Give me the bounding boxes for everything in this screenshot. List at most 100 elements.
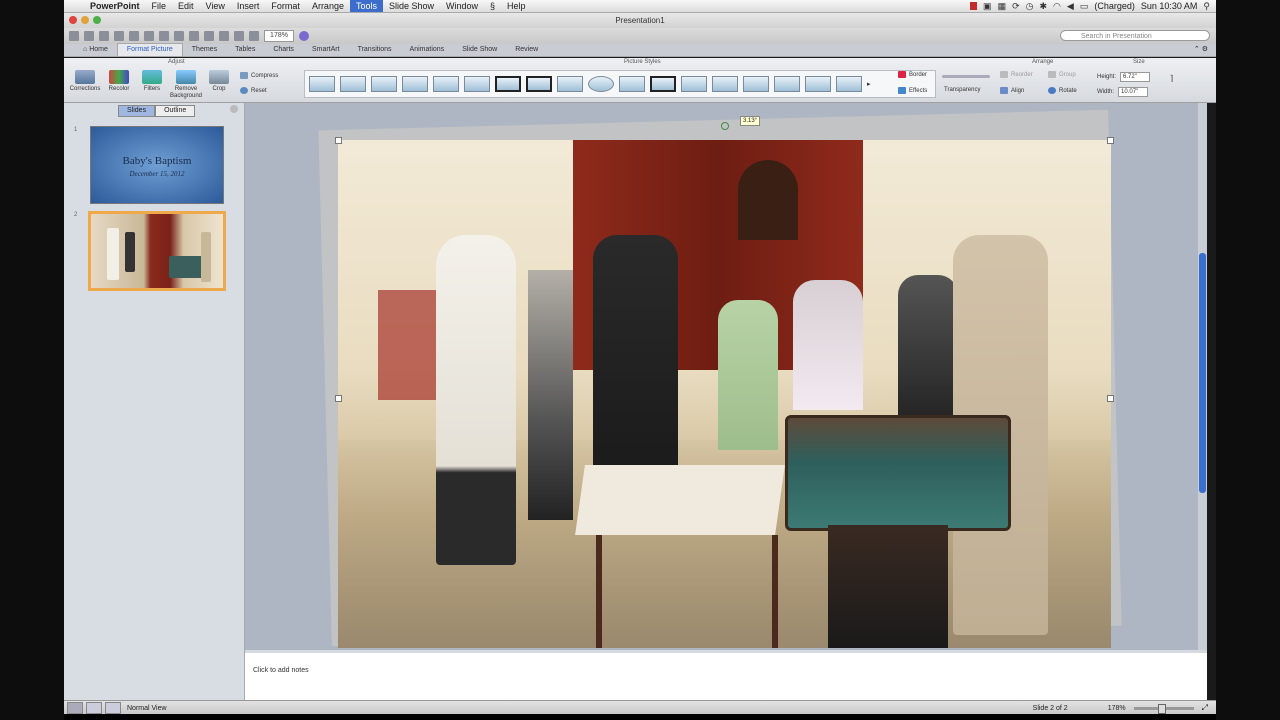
crop-button[interactable]: Crop [206,70,232,93]
scrollbar-thumb[interactable] [1199,253,1206,493]
undo-icon[interactable] [204,31,214,41]
paste-icon[interactable] [174,31,184,41]
picture-style-10[interactable] [588,76,614,92]
help-icon[interactable] [299,31,309,41]
vertical-scrollbar[interactable] [1198,103,1207,650]
close-window-icon[interactable] [69,16,77,24]
zoom-slider-knob[interactable] [1157,703,1166,714]
reorder-button[interactable]: Reorder [1000,71,1033,78]
fit-window-icon[interactable]: ⤢ [1202,703,1208,713]
recolor-button[interactable]: Recolor [104,70,134,93]
menu-app-name[interactable]: PowerPoint [84,0,146,12]
print-icon[interactable] [129,31,139,41]
tab-home[interactable]: ⌂ Home [74,44,117,56]
menu-edit[interactable]: Edit [172,0,200,12]
minimize-window-icon[interactable] [81,16,89,24]
menu-tools[interactable]: Tools [349,0,383,12]
cut-icon[interactable] [144,31,154,41]
notes-pane[interactable]: Click to add notes [245,650,1207,700]
script-menu-icon[interactable]: § [484,0,501,12]
tab-charts[interactable]: Charts [264,44,303,56]
transparency-slider[interactable] [942,75,990,78]
battery-status[interactable]: (Charged) [1094,1,1135,11]
format-painter-icon[interactable] [189,31,199,41]
resize-handle-top-left[interactable] [335,137,342,144]
picture-style-14[interactable] [712,76,738,92]
picture-style-9[interactable] [557,76,583,92]
picture-style-4[interactable] [402,76,428,92]
reset-button[interactable]: Reset [240,87,267,94]
zoom-slider[interactable] [1133,703,1194,714]
height-input[interactable]: 6.72" [1120,72,1151,82]
tab-outline[interactable]: Outline [155,105,196,117]
slide-canvas[interactable]: 3.13° [245,103,1207,650]
tab-format-picture[interactable]: Format Picture [116,43,183,56]
battery-icon[interactable]: ▭ [1080,1,1089,12]
effects-button[interactable]: Effects [898,87,927,94]
close-pane-icon[interactable] [230,105,238,113]
group-button[interactable]: Group [1048,71,1076,78]
resize-handle-right[interactable] [1107,395,1114,402]
slide-thumbnail-1[interactable]: Baby's Baptism December 15, 2012 [90,126,224,204]
insert-table-icon[interactable] [234,31,244,41]
search-input[interactable]: Search in Presentation [1060,30,1210,41]
templates-icon[interactable] [84,31,94,41]
ribbon-collapse-icon[interactable]: ⌃ ⚙ [1194,44,1216,56]
redo-icon[interactable] [219,31,229,41]
tab-tables[interactable]: Tables [226,44,264,56]
menu-window[interactable]: Window [440,0,484,12]
grid-icon[interactable]: ▦ [998,1,1007,12]
menu-format[interactable]: Format [265,0,306,12]
rotate-handle-icon[interactable] [721,122,729,130]
volume-icon[interactable]: ◀ [1067,1,1074,12]
dropbox-icon[interactable]: ▣ [983,1,992,12]
menu-clock[interactable]: Sun 10:30 AM [1141,1,1198,11]
tab-transitions[interactable]: Transitions [349,44,401,56]
picture-style-1[interactable] [309,76,335,92]
notes-placeholder[interactable]: Click to add notes [253,667,309,674]
resize-handle-top-right[interactable] [1107,137,1114,144]
tab-slide-show[interactable]: Slide Show [453,44,506,56]
media-icon[interactable] [249,31,259,41]
clock-icon[interactable]: ◷ [1026,1,1034,12]
border-button[interactable]: Border [898,71,927,78]
picture-style-2[interactable] [340,76,366,92]
open-icon[interactable] [99,31,109,41]
remove-background-button[interactable]: Remove Background [168,70,204,100]
picture-style-3[interactable] [371,76,397,92]
align-button[interactable]: Align [1000,87,1024,94]
picture-style-13[interactable] [681,76,707,92]
menu-insert[interactable]: Insert [231,0,266,12]
tab-animations[interactable]: Animations [401,44,454,56]
picture-style-15[interactable] [743,76,769,92]
record-icon[interactable] [970,2,978,10]
copy-icon[interactable] [159,31,169,41]
picture-style-6[interactable] [464,76,490,92]
picture-style-5[interactable] [433,76,459,92]
picture-style-7[interactable] [495,76,521,92]
menu-file[interactable]: File [146,0,173,12]
normal-view-icon[interactable] [67,702,83,714]
tab-slides[interactable]: Slides [118,105,156,117]
menu-slide-show[interactable]: Slide Show [383,0,440,12]
lock-aspect-icon[interactable]: ⌉ [1170,74,1173,83]
menu-help[interactable]: Help [501,0,532,12]
picture-styles-gallery[interactable]: ▸ [304,70,936,98]
tab-smartart[interactable]: SmartArt [303,44,349,56]
menu-view[interactable]: View [200,0,231,12]
picture-style-12[interactable] [650,76,676,92]
slide-sorter-icon[interactable] [86,702,102,714]
picture-style-8[interactable] [526,76,552,92]
tab-themes[interactable]: Themes [183,44,226,56]
save-icon[interactable] [114,31,124,41]
gallery-more-icon[interactable]: ▸ [867,80,871,88]
zoom-field[interactable]: 178% [264,30,294,42]
spotlight-icon[interactable]: ⚲ [1203,1,1210,12]
width-input[interactable]: 10.07" [1118,87,1149,97]
resize-handle-left[interactable] [335,395,342,402]
slide-thumbnail-2[interactable] [88,211,226,291]
wifi-icon[interactable]: ◠ [1053,1,1061,12]
slide-show-icon[interactable] [105,702,121,714]
rotate-button[interactable]: Rotate [1048,87,1077,94]
tab-review[interactable]: Review [506,44,547,56]
